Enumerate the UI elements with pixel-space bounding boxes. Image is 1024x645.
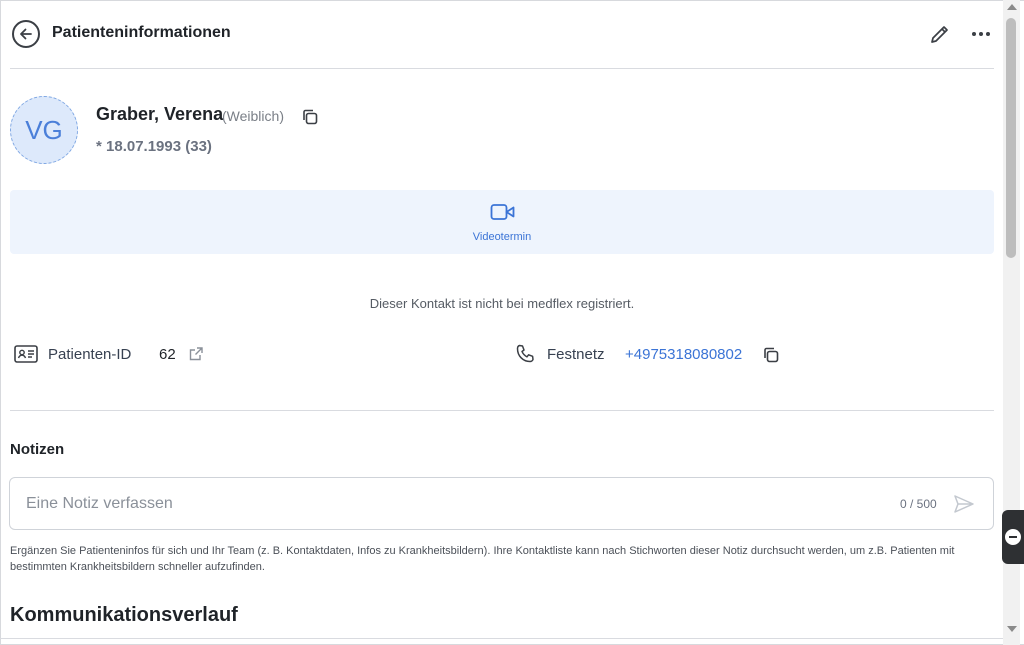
arrow-left-icon — [20, 28, 32, 40]
side-widget-toggle[interactable] — [1002, 510, 1024, 564]
minus-circle-icon — [1005, 529, 1021, 545]
more-options-button[interactable] — [968, 22, 994, 46]
patient-id-value: 62 — [159, 346, 176, 363]
landline-number-link[interactable]: +4975318080802 — [625, 346, 742, 363]
communication-history-heading: Kommunikationsverlauf — [10, 604, 238, 626]
patient-birthdate: * 18.07.1993 (33) — [96, 138, 212, 155]
patient-id-label: Patienten-ID — [48, 346, 132, 363]
back-button[interactable] — [12, 20, 40, 48]
open-patient-id-button[interactable] — [188, 346, 204, 362]
video-appointment-label: Videotermin — [472, 231, 532, 243]
scroll-down-arrow-icon[interactable] — [1007, 626, 1017, 632]
notes-heading: Notizen — [10, 441, 65, 458]
note-input-container: 0 / 500 — [9, 477, 994, 530]
scroll-up-arrow-icon[interactable] — [1007, 4, 1017, 10]
landline-label: Festnetz — [547, 346, 605, 363]
notes-help-text: Ergänzen Sie Patienteninfos für sich und… — [10, 545, 955, 573]
divider — [0, 638, 1003, 639]
ellipsis-icon — [972, 32, 976, 36]
copy-icon — [764, 347, 779, 363]
divider — [10, 68, 994, 69]
page-title: Patienteninformationen — [52, 24, 231, 41]
video-appointment-button[interactable]: Videotermin — [10, 190, 994, 254]
external-link-icon — [189, 347, 203, 361]
patient-gender: (Weiblich) — [222, 108, 284, 124]
id-card-icon — [14, 345, 38, 363]
phone-icon — [516, 344, 534, 363]
video-camera-icon — [490, 204, 515, 220]
avatar: VG — [10, 96, 78, 164]
copy-name-button[interactable] — [301, 108, 319, 126]
registration-status: Dieser Kontakt ist nicht bei medflex reg… — [369, 296, 635, 311]
divider — [10, 410, 994, 411]
send-icon — [954, 495, 974, 513]
note-input[interactable] — [26, 492, 886, 516]
header: Patienteninformationen — [0, 0, 1003, 68]
scrollbar-thumb[interactable] — [1006, 18, 1016, 258]
send-note-button[interactable] — [952, 492, 976, 516]
copy-phone-button[interactable] — [762, 346, 780, 364]
copy-icon — [303, 109, 318, 125]
pencil-icon — [931, 26, 948, 43]
note-character-counter: 0 / 500 — [900, 497, 937, 511]
patient-name: Graber, Verena — [96, 104, 224, 124]
edit-button[interactable] — [928, 22, 952, 46]
